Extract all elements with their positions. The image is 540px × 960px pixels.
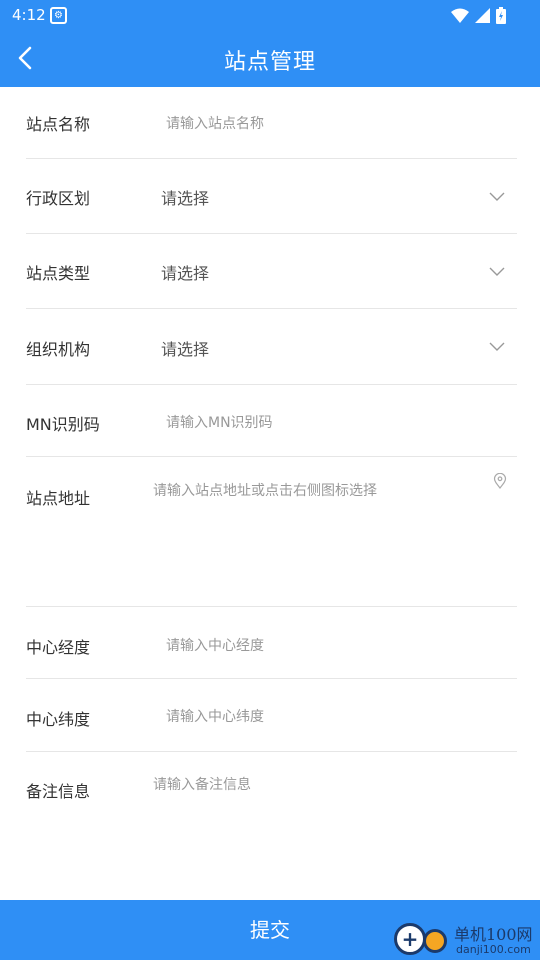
watermark-url: danji100.com xyxy=(456,943,531,956)
status-time: 4:12 xyxy=(12,6,46,24)
remarks-row: 备注信息 请输入备注信息 xyxy=(26,752,517,892)
station-name-input[interactable]: 请输入站点名称 xyxy=(166,113,264,133)
admin-region-label: 行政区划 xyxy=(26,189,91,208)
station-type-select[interactable]: 请选择 xyxy=(161,260,209,284)
battery-icon xyxy=(496,7,506,24)
center-lat-row: 中心纬度 请输入中心纬度 xyxy=(26,679,517,752)
station-name-label: 站点名称 xyxy=(26,115,91,134)
center-lat-input[interactable]: 请输入中心纬度 xyxy=(166,706,264,726)
station-type-label: 站点类型 xyxy=(26,264,91,283)
logo-dot-icon xyxy=(423,929,447,953)
mn-code-label: MN识别码 xyxy=(26,415,100,434)
station-type-row[interactable]: 站点类型 请选择 xyxy=(26,234,517,309)
remarks-textarea[interactable]: 请输入备注信息 xyxy=(153,774,251,794)
station-form: 站点名称 请输入站点名称 行政区划 请选择 站点类型 请选择 组织机构 请选择 … xyxy=(0,87,540,892)
center-lat-label: 中心纬度 xyxy=(26,710,91,729)
center-lng-label: 中心经度 xyxy=(26,638,91,657)
signal-icon xyxy=(475,8,490,23)
chevron-down-icon[interactable] xyxy=(489,192,505,202)
remarks-label: 备注信息 xyxy=(26,782,91,801)
location-pin-icon[interactable] xyxy=(493,473,507,489)
watermark-logo: + 单机100网 danji100.com xyxy=(390,915,540,960)
page-title: 站点管理 xyxy=(223,50,316,75)
chevron-down-icon[interactable] xyxy=(489,342,505,352)
app-notification-icon: ⚙ xyxy=(50,7,67,24)
status-bar: 4:12 ⚙ xyxy=(0,0,540,30)
mn-code-input[interactable]: 请输入MN识别码 xyxy=(166,412,273,432)
station-name-row: 站点名称 请输入站点名称 xyxy=(26,87,517,159)
admin-region-select[interactable]: 请选择 xyxy=(161,185,209,209)
admin-region-row[interactable]: 行政区划 请选择 xyxy=(26,159,517,234)
watermark-brand: 单机100网 xyxy=(454,925,533,944)
status-icons xyxy=(451,7,506,24)
center-lng-input[interactable]: 请输入中心经度 xyxy=(166,635,264,655)
organization-label: 组织机构 xyxy=(26,340,91,359)
center-lng-row: 中心经度 请输入中心经度 xyxy=(26,607,517,679)
organization-select[interactable]: 请选择 xyxy=(161,336,209,360)
address-textarea[interactable]: 请输入站点地址或点击右侧图标选择 xyxy=(153,480,377,500)
address-label: 站点地址 xyxy=(26,489,91,508)
chevron-down-icon[interactable] xyxy=(489,267,505,277)
wifi-icon xyxy=(451,8,469,23)
address-row: 站点地址 请输入站点地址或点击右侧图标选择 xyxy=(26,457,517,607)
mn-code-row: MN识别码 请输入MN识别码 xyxy=(26,385,517,457)
organization-row[interactable]: 组织机构 请选择 xyxy=(26,309,517,385)
app-bar: 站点管理 xyxy=(0,30,540,87)
logo-plus-icon: + xyxy=(394,923,426,955)
